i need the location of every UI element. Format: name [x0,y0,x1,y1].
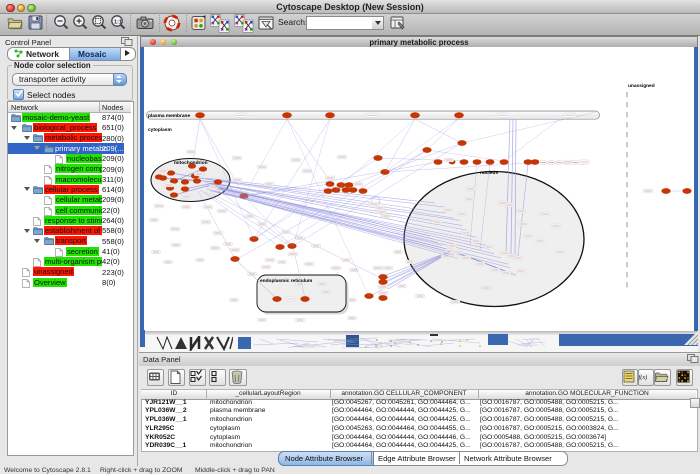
svg-text:cytoplasm: cytoplasm [148,127,172,133]
svg-text:endoplasmic reticulum: endoplasmic reticulum [260,278,312,284]
svg-text:unassigned: unassigned [628,83,655,89]
svg-text:nucleus: nucleus [480,170,498,176]
svg-text:f(x): f(x) [639,374,648,381]
svg-text:plasma membrane: plasma membrane [148,113,190,119]
svg-text:1:1: 1:1 [114,19,122,25]
svg-text:mitochondrion: mitochondrion [174,160,208,166]
